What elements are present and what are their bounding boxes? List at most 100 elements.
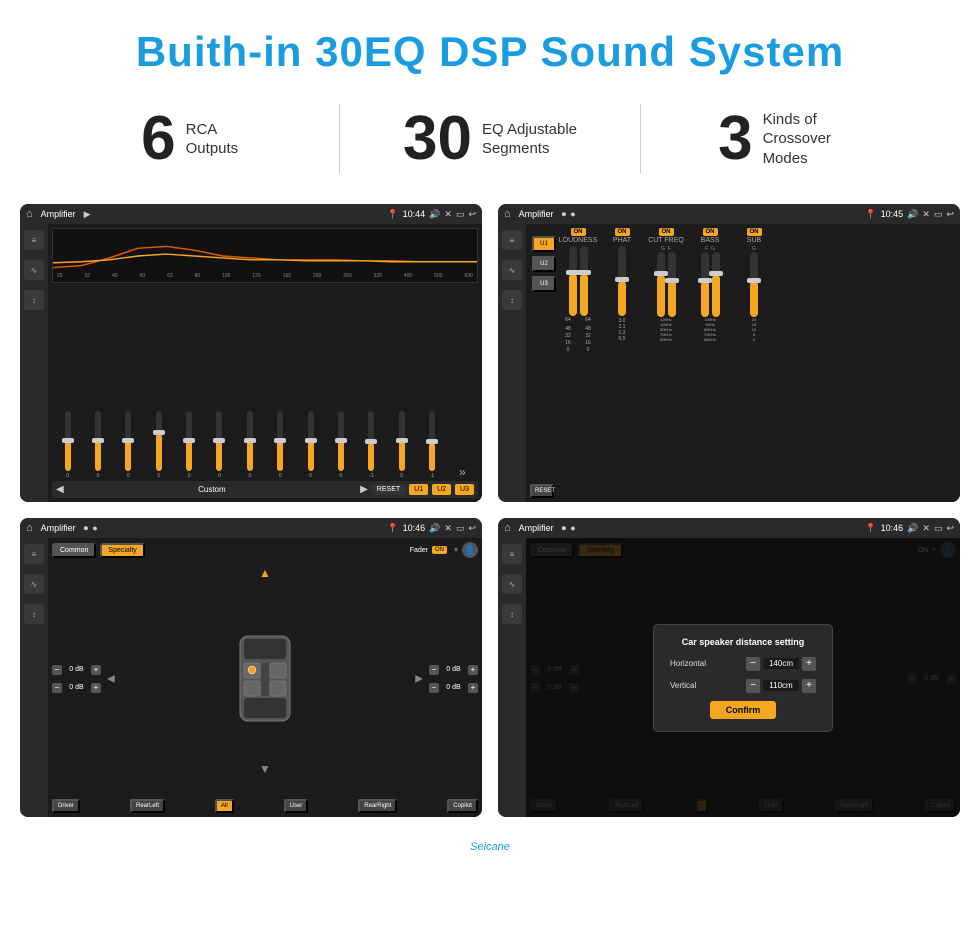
rect-icon-2[interactable]: ▭ [934,209,943,220]
eq-slider-5[interactable]: 0 [175,411,202,479]
vol-icon-1[interactable]: 🔊 [429,209,440,220]
screen1-title: Amplifier [41,209,76,219]
confirm-button[interactable]: Confirm [710,701,777,719]
home-icon-2[interactable]: ⌂ [504,208,511,220]
eq-slider-3[interactable]: 0 [115,411,142,479]
eq-u3-btn[interactable]: U3 [455,484,474,495]
loudness-slider-2[interactable] [580,246,588,316]
loudness-slider-1[interactable] [569,246,577,316]
eq-u1-btn[interactable]: U1 [409,484,428,495]
vertical-minus-btn[interactable]: − [746,679,760,693]
bass-slider-1[interactable] [701,252,709,317]
sidebar-wave-icon-4[interactable]: ∿ [502,574,522,594]
copilot-btn[interactable]: Copilot [447,799,478,813]
rearright-btn[interactable]: RearRight [358,799,397,813]
eq-prev-btn[interactable]: ◀ [56,484,64,495]
eq-reset-btn[interactable]: RESET [372,484,405,495]
eq-slider-11[interactable]: -1 [358,411,385,479]
cutfreq-slider-1[interactable] [657,252,665,317]
u2-preset-btn[interactable]: U2 [532,256,556,272]
all-btn[interactable]: All [215,799,234,813]
stat-crossover-number: 3 [718,108,752,170]
driver-btn[interactable]: Driver [52,799,80,813]
eq-slider-13[interactable]: -1 [418,411,445,479]
sidebar-arrows-icon-4[interactable]: ↕ [502,604,522,624]
vol-icon-4[interactable]: 🔊 [907,523,918,534]
u3-preset-btn[interactable]: U3 [532,276,556,292]
x-icon-2[interactable]: ✕ [922,209,930,220]
left-sidebar-2: ≡ ∿ ↕ [498,224,526,502]
db-plus-br[interactable]: + [468,683,478,693]
eq-u2-btn[interactable]: U2 [432,484,451,495]
vertical-label: Vertical [670,681,746,690]
eq-slider-6[interactable]: 0 [206,411,233,479]
eq-slider-12[interactable]: 0 [388,411,415,479]
db-minus-bl[interactable]: − [52,683,62,693]
horizontal-minus-btn[interactable]: − [746,657,760,671]
db-minus-br[interactable]: − [429,683,439,693]
sidebar-wave-icon-3[interactable]: ∿ [24,574,44,594]
cutfreq-slider-2[interactable] [668,252,676,317]
horizontal-plus-btn[interactable]: + [802,657,816,671]
sidebar-eq-icon-4[interactable]: ≡ [502,544,522,564]
user-btn[interactable]: User [284,799,309,813]
stat-crossover: 3 Kinds ofCrossover Modes [641,108,940,170]
eq-slider-1[interactable]: 0 [54,411,81,479]
x-icon-1[interactable]: ✕ [444,209,452,220]
vertical-plus-btn[interactable]: + [802,679,816,693]
eq-slider-9[interactable]: 0 [297,411,324,479]
eq-slider-2[interactable]: 0 [84,411,111,479]
phat-slider[interactable] [618,246,626,316]
specialty-tab-3[interactable]: Specialty [100,543,144,558]
eq-slider-10[interactable]: 0 [327,411,354,479]
home-icon-3[interactable]: ⌂ [26,522,33,534]
eq-expand[interactable]: » [449,465,476,479]
eq-slider-8[interactable]: 0 [267,411,294,479]
home-icon-4[interactable]: ⌂ [504,522,511,534]
db-val-bl: 0 dB [64,684,89,691]
rec-icon-2: ⏺ [562,209,567,220]
back-icon-4[interactable]: ↩ [946,523,954,534]
db-minus-tr[interactable]: − [429,665,439,675]
sidebar-eq-icon-2[interactable]: ≡ [502,230,522,250]
sidebar-eq-icon[interactable]: ≡ [24,230,44,250]
vol-icon-2[interactable]: 🔊 [907,209,918,220]
sidebar-arrows-icon[interactable]: ↕ [24,290,44,310]
x-icon-3[interactable]: ✕ [444,523,452,534]
rect-icon-1[interactable]: ▭ [456,209,465,220]
eq-slider-7[interactable]: 0 [236,411,263,479]
back-icon-2[interactable]: ↩ [946,209,954,220]
amp-reset-btn[interactable]: RESET [530,484,554,498]
screen-dialog: ⌂ Amplifier ⏺ ● 📍 10:46 🔊 ✕ ▭ ↩ ≡ ∿ ↕ Co… [498,518,960,816]
back-icon-1[interactable]: ↩ [468,209,476,220]
screens-grid: ⌂ Amplifier ▶ 📍 10:44 🔊 ✕ ▭ ↩ ≡ ∿ ↕ [0,204,980,837]
amp-phat-channel: ON PHAT 3.0 [602,228,642,342]
db-plus-tl[interactable]: + [91,665,101,675]
eq-next-btn[interactable]: ▶ [360,484,368,495]
db-plus-tr[interactable]: + [468,665,478,675]
vol-icon-3[interactable]: 🔊 [429,523,440,534]
pin-icon-3: 📍 [387,523,398,534]
db-plus-bl[interactable]: + [91,683,101,693]
sidebar-arrows-icon-3[interactable]: ↕ [24,604,44,624]
rect-icon-4[interactable]: ▭ [934,523,943,534]
rect-icon-3[interactable]: ▭ [456,523,465,534]
bass-slider-2[interactable] [712,252,720,317]
sidebar-arrows-icon-2[interactable]: ↕ [502,290,522,310]
u1-preset-btn[interactable]: U1 [532,236,556,252]
user-profile-btn[interactable]: 👤 [462,542,478,558]
back-icon-3[interactable]: ↩ [468,523,476,534]
sidebar-wave-icon[interactable]: ∿ [24,260,44,280]
sub-slider-1[interactable] [750,252,758,317]
x-icon-4[interactable]: ✕ [922,523,930,534]
horizontal-value: 140cm [763,658,799,669]
eq-slider-4[interactable]: 5 [145,411,172,479]
db-minus-tl[interactable]: − [52,665,62,675]
home-icon-1[interactable]: ⌂ [26,208,33,220]
common-tab-3[interactable]: Common [52,543,96,558]
rearleft-btn[interactable]: RearLeft [130,799,165,813]
stat-crossover-label: Kinds ofCrossover Modes [763,110,863,169]
sidebar-eq-icon-3[interactable]: ≡ [24,544,44,564]
sidebar-wave-icon-2[interactable]: ∿ [502,260,522,280]
screen-eq: ⌂ Amplifier ▶ 📍 10:44 🔊 ✕ ▭ ↩ ≡ ∿ ↕ [20,204,482,502]
